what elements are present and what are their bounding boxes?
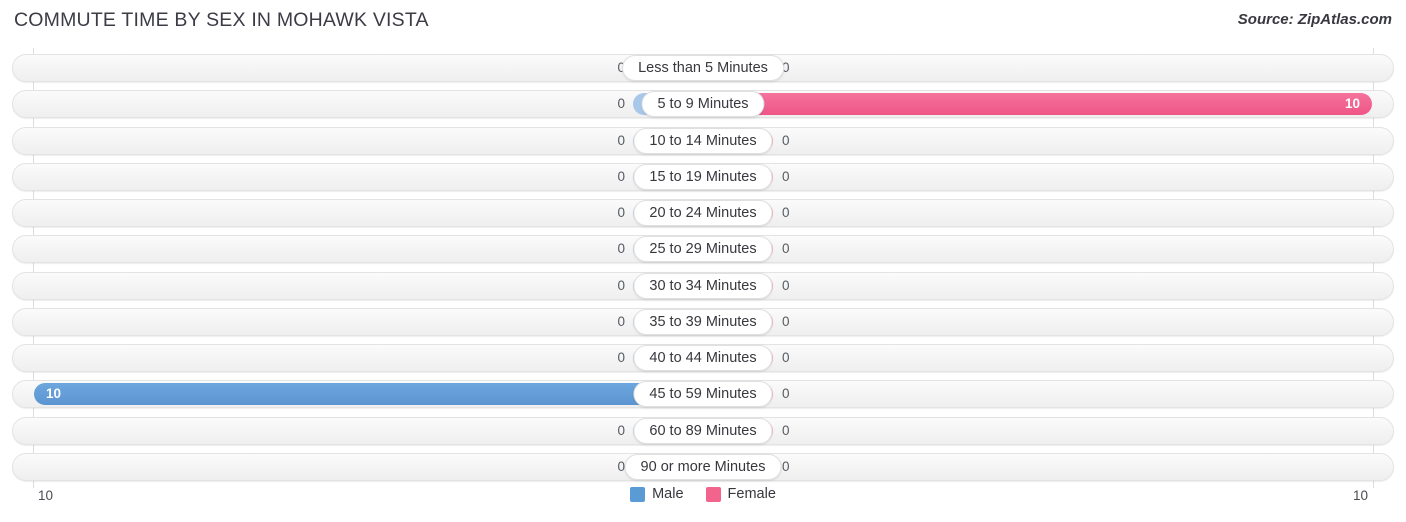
bar-value-male: 0 (581, 54, 625, 82)
bar-value-female: 0 (782, 241, 790, 257)
legend-label: Female (727, 486, 776, 502)
bar-value-male: 0 (617, 422, 625, 438)
bar-value-male: 0 (617, 132, 625, 148)
bar-value-female: 0 (782, 458, 790, 474)
bar-value-female: 0 (782, 350, 790, 365)
source-attribution: Source: ZipAtlas.com (1237, 11, 1392, 28)
category-label: 30 to 34 Minutes (633, 272, 773, 299)
category-label: 10 to 14 Minutes (633, 127, 773, 154)
bar-value-female: 0 (782, 313, 790, 329)
bar-row: 0 0 15 to 19 Minutes (12, 162, 1394, 191)
bar-row: 0 10 5 to 9 Minutes (12, 90, 1394, 119)
chart-legend: Male Female (0, 486, 1406, 502)
bar-value-female: 0 (782, 60, 790, 75)
category-label: 25 to 29 Minutes (633, 236, 773, 263)
bar-value-female: 0 (782, 422, 790, 438)
bar-value-male: 0 (617, 458, 625, 474)
bar-value-male: 0 (617, 168, 625, 184)
category-label: 35 to 39 Minutes (633, 308, 773, 335)
bar-row: 0 0 10 to 14 Minutes (12, 126, 1394, 155)
bar-row: 0 0 40 to 44 Minutes (12, 344, 1394, 372)
chart-container: COMMUTE TIME BY SEX IN MOHAWK VISTA Sour… (0, 0, 1406, 522)
bar-value-male: 0 (617, 96, 625, 112)
category-label: 15 to 19 Minutes (633, 163, 773, 190)
bar-value-female: 0 (782, 277, 790, 293)
bar-row: 0 0 60 to 89 Minutes (12, 416, 1394, 445)
bar-value-female: 0 (782, 132, 790, 148)
bar-value-female: 0 (782, 168, 790, 184)
bar-value-male: 0 (617, 205, 625, 220)
bar-female[interactable] (703, 93, 1372, 116)
bar-row: 0 0 25 to 29 Minutes (12, 235, 1394, 264)
bar-value-male: 0 (617, 241, 625, 257)
page-title: COMMUTE TIME BY SEX IN MOHAWK VISTA (14, 9, 429, 31)
bar-row: 0 0 20 to 24 Minutes (12, 199, 1394, 227)
category-label: Less than 5 Minutes (622, 55, 784, 81)
bar-row: 0 0 90 or more Minutes (12, 452, 1394, 481)
bar-row: 10 0 45 to 59 Minutes (12, 380, 1394, 409)
category-label: 20 to 24 Minutes (633, 200, 773, 226)
category-label: 60 to 89 Minutes (633, 417, 773, 444)
legend-swatch-icon (630, 486, 646, 502)
bar-value-male: 0 (617, 277, 625, 293)
legend-item[interactable]: Female (705, 486, 776, 502)
category-label: 90 or more Minutes (624, 453, 782, 480)
bar-row: 0 0 35 to 39 Minutes (12, 307, 1394, 336)
bar-value-male: 10 (46, 386, 62, 402)
legend-swatch-icon (705, 486, 721, 502)
bar-male[interactable] (34, 383, 703, 406)
legend-label: Male (652, 486, 684, 502)
bar-value-female: 0 (782, 205, 790, 220)
bar-value-female: 10 (1344, 96, 1360, 112)
category-label: 40 to 44 Minutes (633, 345, 773, 371)
bar-row: 0 0 30 to 34 Minutes (12, 271, 1394, 300)
plot-area: 00Less than 5 Minutes0105 to 9 Minutes00… (0, 48, 1406, 488)
category-label: 45 to 59 Minutes (633, 381, 773, 408)
bar-row: 0 0Less than 5 Minutes (12, 54, 1394, 82)
category-label: 5 to 9 Minutes (641, 91, 765, 118)
bar-value-male: 0 (617, 350, 625, 365)
legend-item[interactable]: Male (630, 486, 684, 502)
bar-value-female: 0 (782, 386, 790, 402)
bar-value-male: 0 (617, 313, 625, 329)
